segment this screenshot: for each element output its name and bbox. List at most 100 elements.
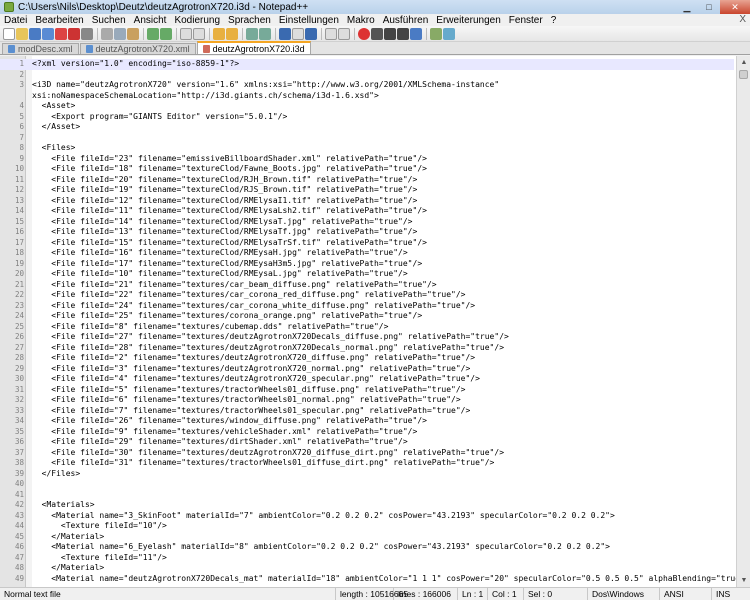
scroll-up-icon[interactable]: ▲ bbox=[737, 56, 750, 69]
line-text[interactable]: <Materials> bbox=[32, 500, 95, 511]
menu-bearbeiten[interactable]: Bearbeiten bbox=[35, 15, 83, 26]
line-text[interactable]: <File fileId="28" filename="textures/deu… bbox=[32, 343, 504, 354]
code-line[interactable]: 45 </Material> bbox=[0, 532, 734, 543]
code-line[interactable]: 49 <Material name="deutzAgrotronX720Deca… bbox=[0, 574, 750, 585]
line-text[interactable]: <File fileId="10" filename="textureClod/… bbox=[32, 269, 407, 280]
line-text[interactable]: <File fileId="9" filename="textures/vehi… bbox=[32, 427, 417, 438]
code-line[interactable]: 36 <File fileId="29" filename="textures/… bbox=[0, 437, 734, 448]
code-line[interactable]: 16 <File fileId="13" filename="textureCl… bbox=[0, 227, 734, 238]
line-text[interactable]: <File fileId="3" filename="textures/deut… bbox=[32, 364, 470, 375]
line-text[interactable]: <File fileId="16" filename="textureClod/… bbox=[32, 248, 407, 259]
copy-icon[interactable] bbox=[114, 27, 126, 40]
save-macro-icon[interactable] bbox=[410, 27, 422, 40]
code-line[interactable]: 6 </Asset> bbox=[0, 122, 734, 133]
undo-icon[interactable] bbox=[147, 27, 159, 40]
code-line[interactable]: 48 </Material> bbox=[0, 563, 734, 574]
save-all-icon[interactable] bbox=[42, 27, 54, 40]
tab-moddesc[interactable]: modDesc.xml bbox=[2, 43, 79, 54]
play-macro-icon[interactable] bbox=[384, 27, 396, 40]
line-text[interactable]: <File fileId="12" filename="textureClod/… bbox=[32, 196, 417, 207]
code-line[interactable]: 22 <File fileId="22" filename="textures/… bbox=[0, 290, 734, 301]
show-all-chars-icon[interactable] bbox=[292, 27, 304, 40]
line-text[interactable]: xsi:noNamespaceSchemaLocation="http://i3… bbox=[32, 91, 379, 102]
menu-sprachen[interactable]: Sprachen bbox=[228, 15, 271, 26]
cut-icon[interactable] bbox=[101, 27, 113, 40]
code-line[interactable]: 11 <File fileId="20" filename="textureCl… bbox=[0, 175, 734, 186]
line-text[interactable]: <File fileId="8" filename="textures/cube… bbox=[32, 322, 388, 333]
code-line[interactable]: 33 <File fileId="7" filename="textures/t… bbox=[0, 406, 734, 417]
code-line[interactable]: 9 <File fileId="23" filename="emissiveBi… bbox=[0, 154, 734, 165]
minimize-button[interactable]: ▁ bbox=[676, 0, 698, 14]
code-line[interactable]: 46 <Material name="6_Eyelash" materialId… bbox=[0, 542, 734, 553]
line-text[interactable]: <File fileId="18" filename="textureClod/… bbox=[32, 164, 427, 175]
code-line[interactable]: 1 <?xml version="1.0" encoding="iso-8859-… bbox=[0, 59, 734, 70]
line-text[interactable]: <File fileId="26" filename="textures/win… bbox=[32, 416, 427, 427]
code-line[interactable]: 27 <File fileId="28" filename="textures/… bbox=[0, 343, 734, 354]
code-line[interactable]: 17 <File fileId="15" filename="textureCl… bbox=[0, 238, 734, 249]
line-text[interactable]: <File fileId="25" filename="textures/cor… bbox=[32, 311, 422, 322]
code-line[interactable]: 24 <File fileId="25" filename="textures/… bbox=[0, 311, 734, 322]
line-text[interactable]: <Material name="3_SkinFoot" materialId="… bbox=[32, 511, 615, 522]
text-editor[interactable]: 1 <?xml version="1.0" encoding="iso-8859-… bbox=[0, 56, 750, 587]
code-line[interactable]: 40 bbox=[0, 479, 734, 490]
status-mode[interactable]: INS bbox=[712, 588, 750, 600]
paste-icon[interactable] bbox=[127, 27, 139, 40]
code-line[interactable]: 25 <File fileId="8" filename="textures/c… bbox=[0, 322, 734, 333]
line-text[interactable]: <File fileId="23" filename="emissiveBill… bbox=[32, 154, 427, 165]
tab-deutz-i3d[interactable]: deutzAgrotronX720.i3d bbox=[196, 41, 311, 54]
run-macro-multiple-icon[interactable] bbox=[397, 27, 409, 40]
code-line[interactable]: 19 <File fileId="17" filename="textureCl… bbox=[0, 259, 734, 270]
find-icon[interactable] bbox=[180, 27, 192, 40]
line-text[interactable]: <File fileId="21" filename="textures/car… bbox=[32, 280, 436, 291]
line-text[interactable]: <Asset> bbox=[32, 101, 76, 112]
line-text[interactable]: </Asset> bbox=[32, 122, 81, 133]
code-line[interactable]: 7 bbox=[0, 133, 734, 144]
save-icon[interactable] bbox=[29, 27, 41, 40]
code-line[interactable]: 35 <File fileId="9" filename="textures/v… bbox=[0, 427, 734, 438]
sync-horizontal-icon[interactable] bbox=[259, 27, 271, 40]
plugin-icon[interactable] bbox=[430, 27, 442, 40]
menu-help[interactable]: ? bbox=[551, 15, 557, 26]
code-line[interactable]: 14 <File fileId="11" filename="textureCl… bbox=[0, 206, 734, 217]
code-line[interactable]: 23 <File fileId="24" filename="textures/… bbox=[0, 301, 734, 312]
code-line[interactable]: 26 <File fileId="27" filename="textures/… bbox=[0, 332, 734, 343]
line-text[interactable]: <File fileId="17" filename="textureClod/… bbox=[32, 259, 422, 270]
close-document-button[interactable]: X bbox=[739, 14, 746, 25]
line-text[interactable]: <Export program="GIANTS Editor" version=… bbox=[32, 112, 287, 123]
zoom-in-icon[interactable] bbox=[213, 27, 225, 40]
line-text[interactable]: <File fileId="14" filename="textureClod/… bbox=[32, 217, 412, 228]
line-text[interactable]: <File fileId="4" filename="textures/deut… bbox=[32, 374, 480, 385]
code-line[interactable]: 44 <Texture fileId="10"/> bbox=[0, 521, 734, 532]
code-line[interactable]: 38 <File fileId="31" filename="textures/… bbox=[0, 458, 734, 469]
line-text[interactable]: <Material name="deutzAgrotronX720Decals_… bbox=[32, 574, 749, 585]
line-text[interactable]: <Texture fileId="10"/> bbox=[32, 521, 167, 532]
code-line[interactable]: 39 </Files> bbox=[0, 469, 734, 480]
code-line[interactable]: 2 bbox=[0, 70, 734, 81]
close-all-icon[interactable] bbox=[68, 27, 80, 40]
code-line[interactable]: 41 bbox=[0, 490, 734, 501]
code-line[interactable]: 4 <Asset> bbox=[0, 101, 734, 112]
code-line[interactable]: 8 <Files> bbox=[0, 143, 734, 154]
stop-macro-icon[interactable] bbox=[371, 27, 383, 40]
print-icon[interactable] bbox=[81, 27, 93, 40]
code-line[interactable]: 5 <Export program="GIANTS Editor" versio… bbox=[0, 112, 734, 123]
code-line[interactable]: 12 <File fileId="19" filename="textureCl… bbox=[0, 185, 734, 196]
open-folder-icon[interactable] bbox=[16, 27, 28, 40]
line-text[interactable]: <File fileId="13" filename="textureClod/… bbox=[32, 227, 417, 238]
menu-kodierung[interactable]: Kodierung bbox=[174, 15, 220, 26]
indent-guide-icon[interactable] bbox=[305, 27, 317, 40]
code-line[interactable]: 15 <File fileId="14" filename="textureCl… bbox=[0, 217, 734, 228]
close-file-icon[interactable] bbox=[55, 27, 67, 40]
code-line[interactable]: 21 <File fileId="21" filename="textures/… bbox=[0, 280, 734, 291]
code-line[interactable]: xsi:noNamespaceSchemaLocation="http://i3… bbox=[0, 91, 734, 102]
menu-erweiterungen[interactable]: Erweiterungen bbox=[436, 15, 500, 26]
replace-icon[interactable] bbox=[193, 27, 205, 40]
line-text[interactable]: <Files> bbox=[32, 143, 76, 154]
status-encoding[interactable]: ANSI bbox=[660, 587, 712, 600]
code-line[interactable]: 43 <Material name="3_SkinFoot" materialI… bbox=[0, 511, 734, 522]
code-line[interactable]: 10 <File fileId="18" filename="textureCl… bbox=[0, 164, 734, 175]
menu-ansicht[interactable]: Ansicht bbox=[134, 15, 167, 26]
doc-map-icon[interactable] bbox=[325, 27, 337, 40]
line-text[interactable]: </Files> bbox=[32, 469, 81, 480]
code-line[interactable]: 37 <File fileId="30" filename="textures/… bbox=[0, 448, 734, 459]
